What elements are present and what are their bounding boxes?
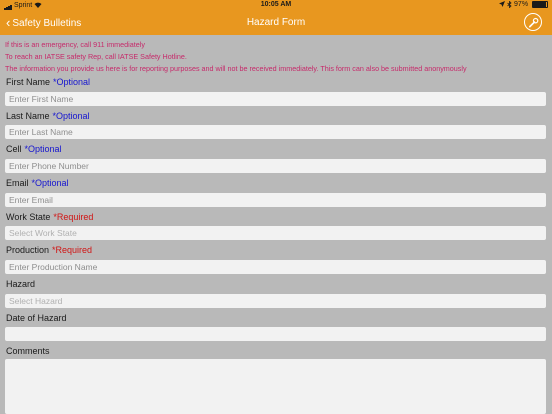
work-state-label: Work State *Required bbox=[6, 212, 94, 222]
safety-rep-notice: To reach an IATSE safety Rep, call IATSE… bbox=[5, 52, 187, 61]
optional-tag: *Optional bbox=[31, 178, 69, 188]
battery-percent: 97% bbox=[514, 1, 529, 8]
location-arrow-icon bbox=[499, 1, 506, 8]
date-of-hazard-input[interactable] bbox=[5, 327, 546, 341]
required-tag: *Required bbox=[53, 212, 94, 222]
status-right: 97% bbox=[499, 0, 548, 10]
production-input[interactable]: Enter Production Name bbox=[5, 260, 546, 274]
cell-label: Cell *Optional bbox=[6, 144, 62, 154]
wrench-icon bbox=[528, 17, 538, 27]
page-title: Hazard Form bbox=[246, 17, 306, 28]
navigation-bar: ‹ Safety Bulletins Hazard Form bbox=[0, 10, 552, 35]
optional-tag: *Optional bbox=[24, 144, 62, 154]
first-name-label: First Name *Optional bbox=[6, 77, 91, 87]
battery-icon bbox=[532, 0, 548, 8]
email-label: Email *Optional bbox=[6, 178, 69, 188]
emergency-notice: If this is an emergency, call 911 immedi… bbox=[5, 40, 145, 49]
last-name-input[interactable]: Enter Last Name bbox=[5, 125, 546, 139]
wrench-button[interactable] bbox=[524, 13, 542, 31]
bluetooth-icon bbox=[507, 0, 512, 9]
optional-tag: *Optional bbox=[52, 111, 90, 121]
phone-input[interactable]: Enter Phone Number bbox=[5, 159, 546, 173]
reporting-notice: The information you provide us here is f… bbox=[5, 64, 467, 73]
first-name-input[interactable]: Enter First Name bbox=[5, 92, 546, 106]
status-bar: Sprint 10:05 AM 97% bbox=[0, 0, 552, 10]
comments-textarea[interactable] bbox=[5, 359, 546, 414]
production-label: Production *Required bbox=[6, 245, 93, 255]
date-of-hazard-label: Date of Hazard bbox=[6, 313, 67, 323]
comments-label: Comments bbox=[6, 346, 50, 356]
status-time: 10:05 AM bbox=[260, 1, 292, 8]
hazard-select[interactable]: Select Hazard bbox=[5, 294, 546, 308]
email-input[interactable]: Enter Email bbox=[5, 193, 546, 207]
required-tag: *Required bbox=[52, 245, 93, 255]
hazard-label: Hazard bbox=[6, 279, 36, 289]
work-state-select[interactable]: Select Work State bbox=[5, 226, 546, 240]
last-name-label: Last Name *Optional bbox=[6, 111, 90, 121]
optional-tag: *Optional bbox=[53, 77, 91, 87]
